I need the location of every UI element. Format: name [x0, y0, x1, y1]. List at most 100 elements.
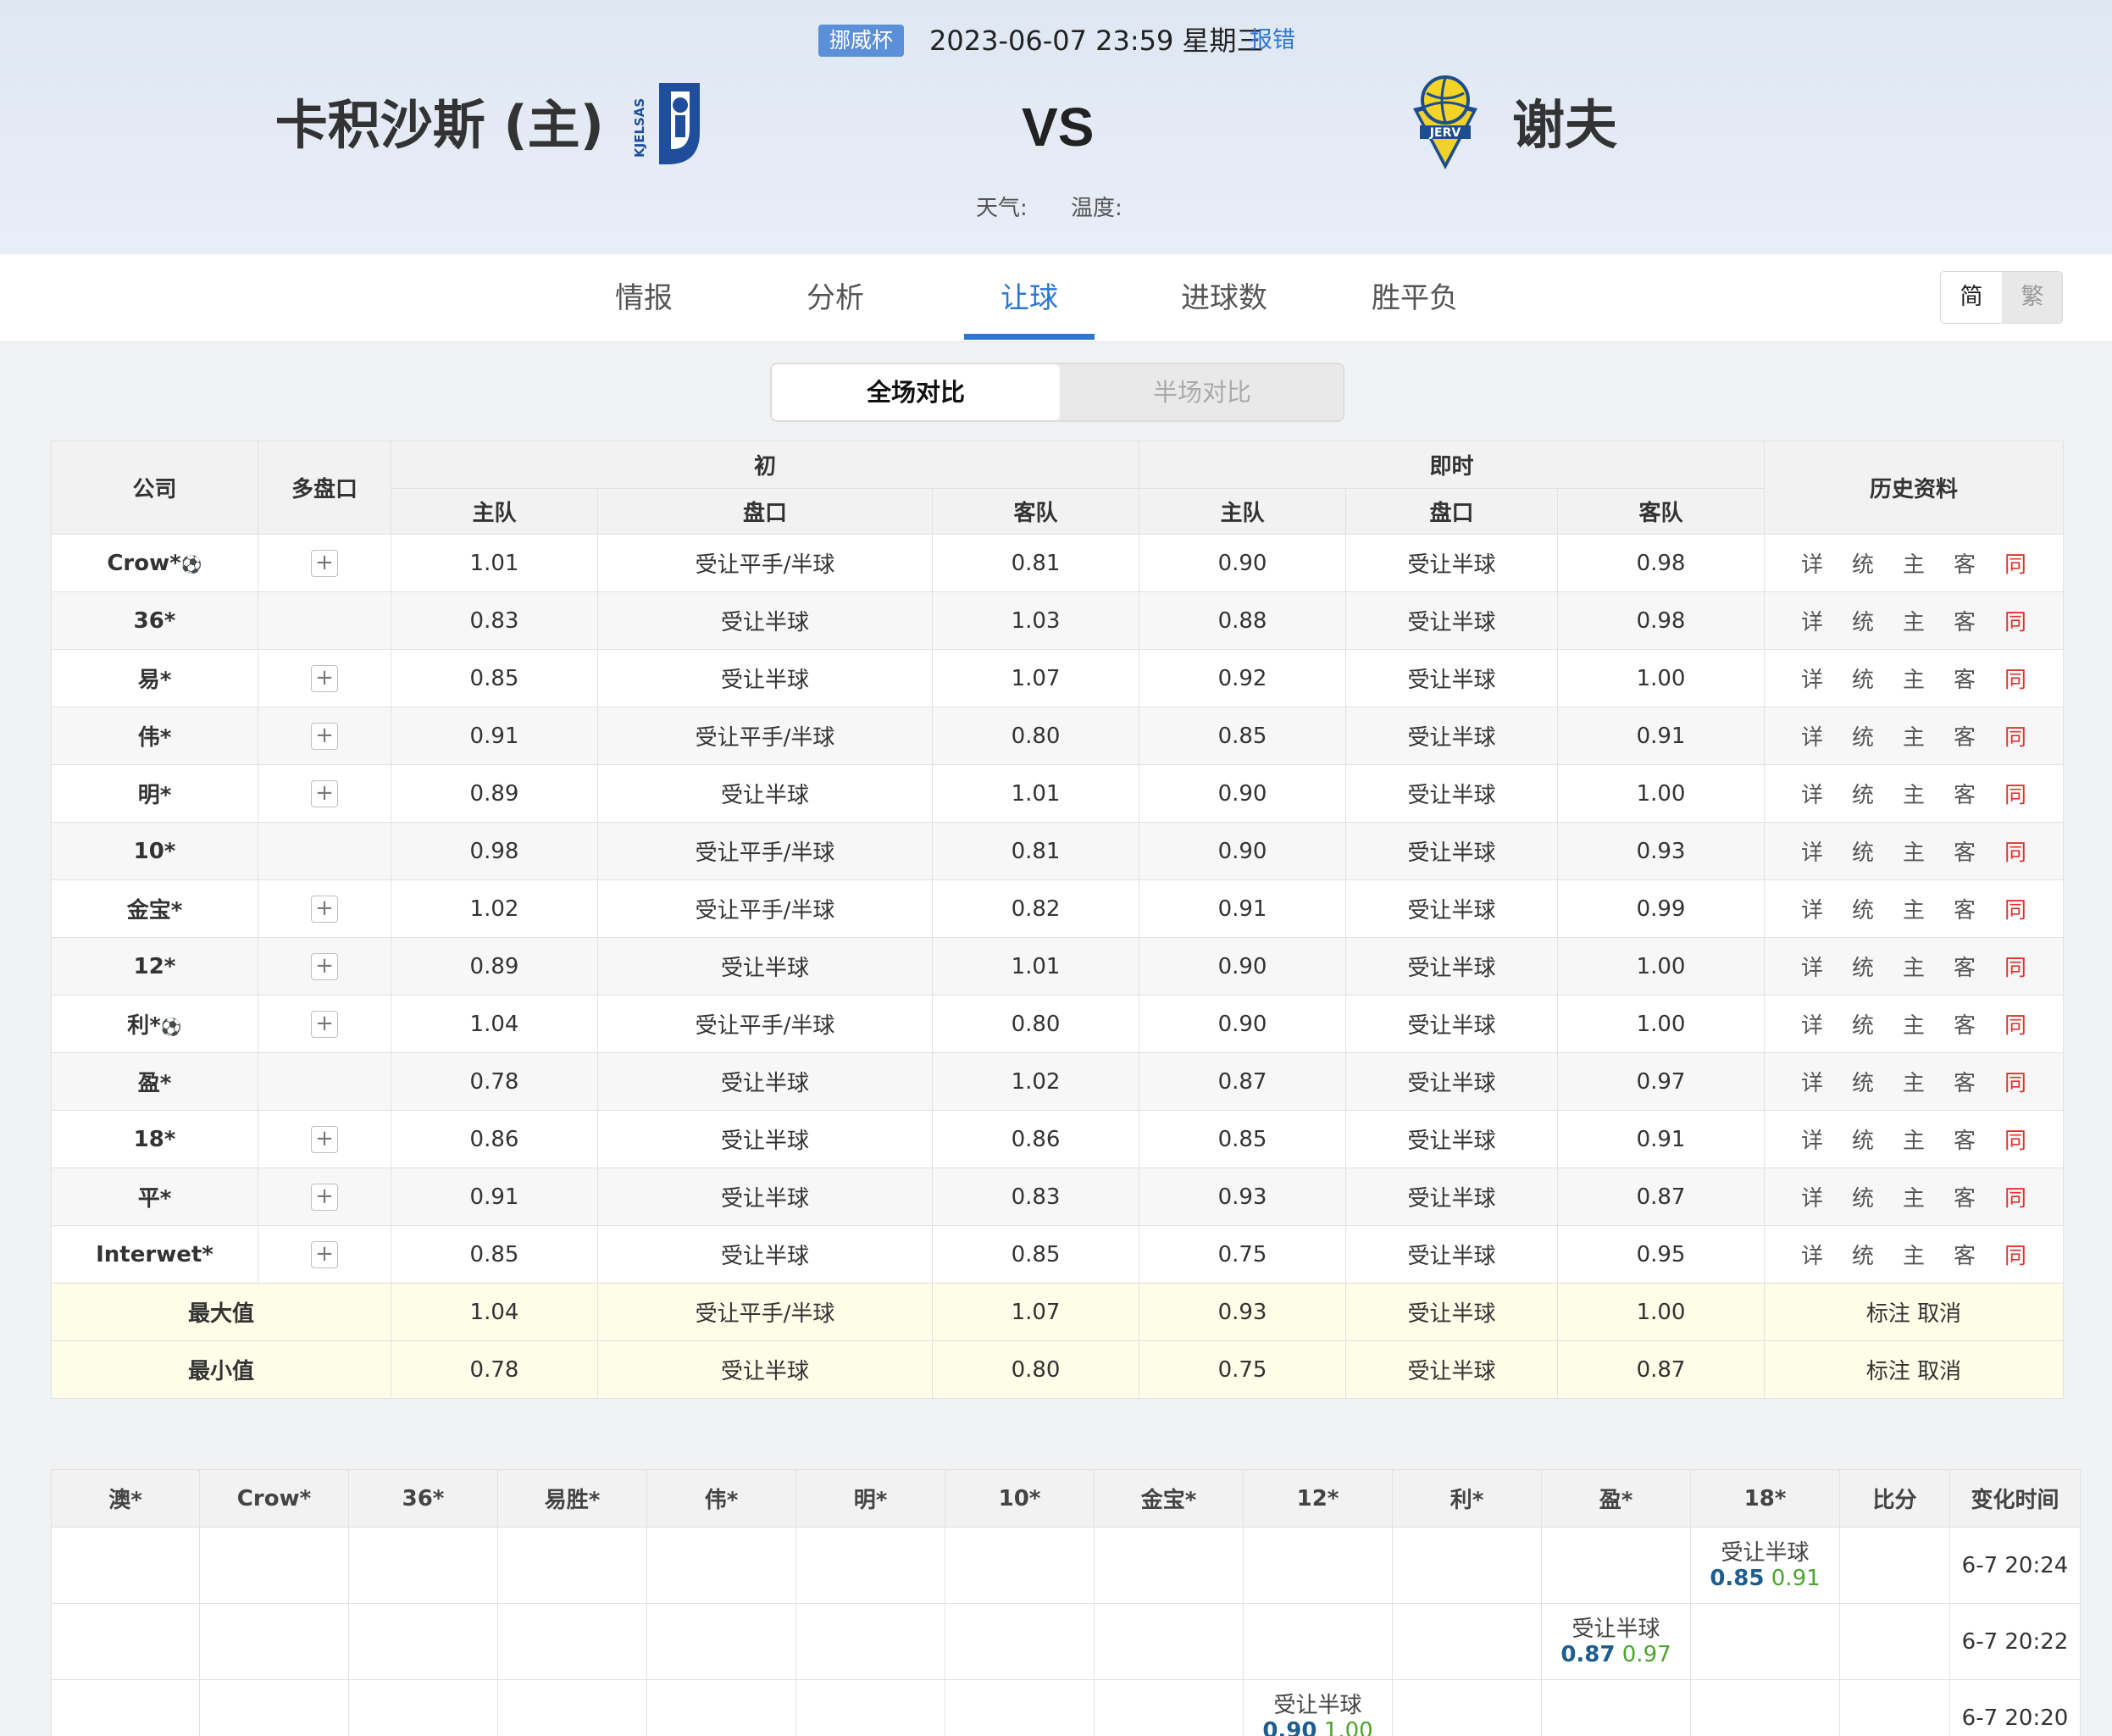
- history-link[interactable]: 主: [1903, 663, 1925, 694]
- history-link[interactable]: 主: [1903, 1008, 1925, 1040]
- traditional-chinese-button[interactable]: 繁: [2002, 272, 2062, 323]
- history-link[interactable]: 同: [2004, 1066, 2026, 1097]
- history-link[interactable]: 统: [1852, 893, 1874, 924]
- history-link[interactable]: 主: [1903, 1239, 1925, 1270]
- history-link[interactable]: 统: [1852, 663, 1874, 694]
- expand-plus-icon[interactable]: +: [311, 722, 338, 750]
- tab-info[interactable]: 情报: [593, 254, 695, 342]
- history-link[interactable]: 详: [1801, 605, 1823, 636]
- history-link[interactable]: 同: [2004, 663, 2026, 694]
- tab-analysis[interactable]: 分析: [784, 254, 886, 342]
- full-match-compare-button[interactable]: 全场对比: [772, 364, 1060, 420]
- history-link[interactable]: 同: [2004, 951, 2026, 982]
- company-name[interactable]: 12*: [134, 954, 176, 979]
- history-link[interactable]: 客: [1954, 1123, 1976, 1155]
- history-link[interactable]: 统: [1852, 720, 1874, 752]
- history-link[interactable]: 主: [1903, 720, 1925, 752]
- mark-button[interactable]: 标注: [1866, 1301, 1910, 1327]
- report-error-link[interactable]: 报错: [1250, 22, 1295, 59]
- expand-plus-icon[interactable]: +: [311, 1240, 338, 1268]
- history-link[interactable]: 详: [1801, 778, 1823, 809]
- company-name[interactable]: 金宝*: [127, 898, 183, 923]
- history-link[interactable]: 统: [1852, 951, 1874, 982]
- company-name[interactable]: 36*: [134, 608, 176, 634]
- history-link[interactable]: 统: [1852, 835, 1874, 867]
- mark-button[interactable]: 标注: [1866, 1359, 1910, 1384]
- history-link[interactable]: 客: [1954, 1008, 1976, 1040]
- history-link[interactable]: 同: [2004, 605, 2026, 636]
- history-link[interactable]: 主: [1903, 778, 1925, 809]
- expand-plus-icon[interactable]: +: [311, 664, 338, 692]
- company-name[interactable]: 明*: [138, 783, 172, 808]
- history-link[interactable]: 客: [1954, 720, 1976, 752]
- league-badge[interactable]: 挪威杯: [818, 25, 905, 57]
- history-link[interactable]: 详: [1801, 1239, 1823, 1270]
- history-link[interactable]: 统: [1852, 1066, 1874, 1097]
- history-link[interactable]: 客: [1954, 778, 1976, 809]
- expand-plus-icon[interactable]: +: [311, 1125, 338, 1153]
- history-link[interactable]: 同: [2004, 547, 2026, 579]
- history-link[interactable]: 详: [1801, 1181, 1823, 1212]
- company-name[interactable]: Interwet*: [96, 1242, 213, 1267]
- history-link[interactable]: 主: [1903, 1123, 1925, 1155]
- company-name[interactable]: 伟*: [138, 725, 172, 751]
- history-link[interactable]: 详: [1801, 951, 1823, 982]
- half-match-compare-button[interactable]: 半场对比: [1060, 364, 1343, 420]
- expand-plus-icon[interactable]: +: [311, 895, 338, 923]
- expand-plus-icon[interactable]: +: [311, 779, 338, 807]
- history-link[interactable]: 统: [1852, 605, 1874, 636]
- history-link[interactable]: 主: [1903, 835, 1925, 867]
- history-link[interactable]: 统: [1852, 547, 1874, 579]
- company-name[interactable]: 平*: [138, 1186, 172, 1212]
- history-link[interactable]: 客: [1954, 663, 1976, 694]
- history-link[interactable]: 统: [1852, 778, 1874, 809]
- cancel-button[interactable]: 取消: [1917, 1301, 1961, 1327]
- history-link[interactable]: 详: [1801, 1066, 1823, 1097]
- history-link[interactable]: 详: [1801, 720, 1823, 752]
- history-link[interactable]: 主: [1903, 893, 1925, 924]
- company-name[interactable]: 利*: [127, 1013, 161, 1039]
- history-link[interactable]: 客: [1954, 1239, 1976, 1270]
- tab-handicap[interactable]: 让球: [978, 254, 1080, 342]
- history-link[interactable]: 客: [1954, 1181, 1976, 1212]
- simplified-chinese-button[interactable]: 简: [1941, 272, 2002, 323]
- history-link[interactable]: 统: [1852, 1123, 1874, 1155]
- history-link[interactable]: 同: [2004, 778, 2026, 809]
- history-link[interactable]: 客: [1954, 835, 1976, 867]
- company-name[interactable]: 盈*: [138, 1071, 172, 1096]
- history-link[interactable]: 详: [1801, 835, 1823, 867]
- expand-plus-icon[interactable]: +: [311, 952, 338, 980]
- history-link[interactable]: 客: [1954, 547, 1976, 579]
- history-link[interactable]: 主: [1903, 1066, 1925, 1097]
- company-name[interactable]: 易*: [138, 668, 172, 693]
- company-name[interactable]: Crow*: [107, 551, 180, 576]
- tab-goals[interactable]: 进球数: [1161, 254, 1288, 342]
- home-team-name[interactable]: 卡积沙斯 (主): [275, 92, 604, 159]
- away-team-name[interactable]: 谢夫: [1512, 92, 1617, 159]
- history-link[interactable]: 统: [1852, 1008, 1874, 1040]
- expand-plus-icon[interactable]: +: [311, 1010, 338, 1038]
- history-link[interactable]: 统: [1852, 1239, 1874, 1270]
- expand-plus-icon[interactable]: +: [311, 549, 338, 577]
- history-link[interactable]: 同: [2004, 1239, 2026, 1270]
- history-link[interactable]: 主: [1903, 951, 1925, 982]
- history-link[interactable]: 统: [1852, 1181, 1874, 1212]
- history-link[interactable]: 客: [1954, 605, 1976, 636]
- history-link[interactable]: 详: [1801, 893, 1823, 924]
- history-link[interactable]: 客: [1954, 951, 1976, 982]
- history-link[interactable]: 同: [2004, 893, 2026, 924]
- history-link[interactable]: 同: [2004, 1008, 2026, 1040]
- history-link[interactable]: 客: [1954, 1066, 1976, 1097]
- history-link[interactable]: 同: [2004, 1123, 2026, 1155]
- cancel-button[interactable]: 取消: [1917, 1359, 1961, 1384]
- history-link[interactable]: 同: [2004, 720, 2026, 752]
- history-link[interactable]: 主: [1903, 605, 1925, 636]
- company-name[interactable]: 18*: [134, 1127, 176, 1152]
- history-link[interactable]: 同: [2004, 1181, 2026, 1212]
- history-link[interactable]: 详: [1801, 547, 1823, 579]
- history-link[interactable]: 主: [1903, 547, 1925, 579]
- history-link[interactable]: 详: [1801, 663, 1823, 694]
- history-link[interactable]: 同: [2004, 835, 2026, 867]
- company-name[interactable]: 10*: [134, 839, 176, 864]
- history-link[interactable]: 主: [1903, 1181, 1925, 1212]
